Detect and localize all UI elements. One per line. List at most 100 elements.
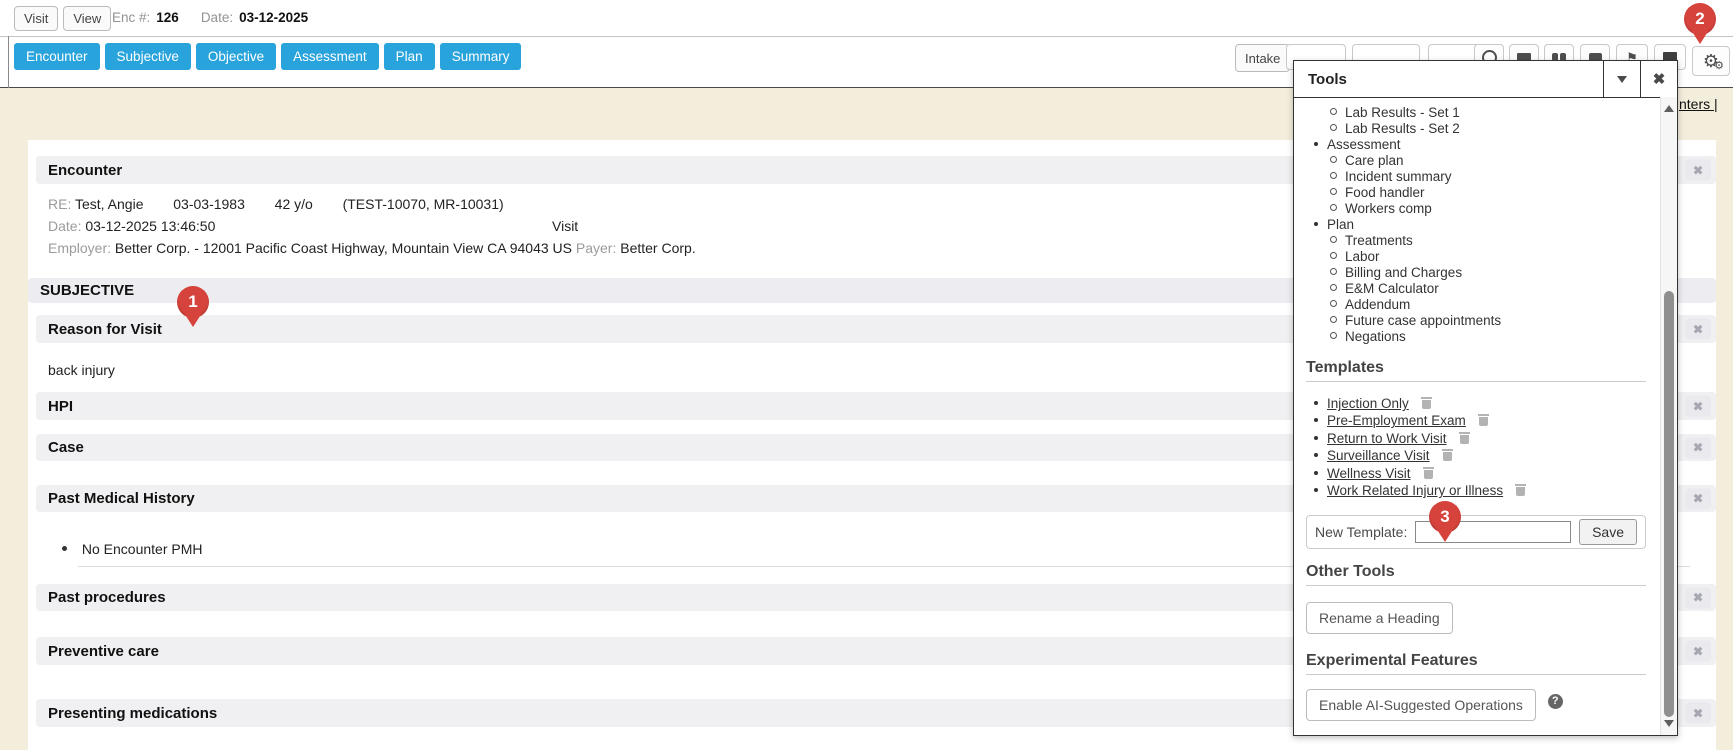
template-item: Work Related Injury or Illness [1306, 482, 1654, 499]
template-link[interactable]: Surveillance Visit [1327, 448, 1430, 463]
close-icon[interactable]: ✖ [1685, 437, 1711, 458]
enc-number-value: 126 [156, 10, 179, 25]
payer-label: Payer: [576, 240, 616, 256]
collapse-panel-button[interactable] [1603, 61, 1640, 97]
scrollbar-thumb[interactable] [1664, 291, 1674, 717]
trash-icon[interactable] [1423, 466, 1434, 479]
close-icon[interactable]: ✖ [1685, 587, 1711, 608]
templates-heading: Templates [1306, 359, 1654, 377]
help-icon[interactable]: ? [1548, 694, 1563, 709]
close-icon[interactable]: ✖ [1685, 160, 1711, 181]
template-link[interactable]: Pre-Employment Exam [1327, 413, 1466, 428]
template-link[interactable]: Injection Only [1327, 396, 1409, 411]
templates-list: Injection Only Pre-Employment Exam Return … [1306, 395, 1654, 499]
encounters-link[interactable]: nters | [1679, 96, 1718, 112]
tools-gear-button[interactable]: ⚙ ⚙ [1692, 46, 1730, 76]
employer-label: Employer: [48, 240, 111, 256]
template-link[interactable]: Return to Work Visit [1327, 431, 1447, 446]
template-link[interactable]: Work Related Injury or Illness [1327, 483, 1503, 498]
past-procedures-heading: Past procedures [36, 589, 166, 606]
panel-scrollbar[interactable] [1660, 97, 1677, 735]
template-item: Injection Only [1306, 395, 1654, 412]
outline-item[interactable]: Lab Results - Set 2 [1306, 121, 1654, 137]
close-panel-button[interactable]: ✖ [1640, 61, 1677, 97]
chevron-down-icon [1617, 76, 1627, 88]
hpi-heading: HPI [36, 398, 73, 415]
templates-divider [1306, 381, 1646, 382]
tools-panel-header[interactable]: Tools ✖ [1294, 61, 1677, 98]
case-heading: Case [36, 439, 84, 456]
patient-ids: (TEST-10070, MR-10031) [343, 196, 504, 212]
tools-panel: Tools ✖ Lab Results - Set 1Lab Results -… [1293, 60, 1678, 736]
view-button[interactable]: View [63, 6, 111, 31]
soap-tab[interactable]: Objective [196, 43, 276, 70]
re-label: RE: [48, 196, 71, 212]
rename-heading-button[interactable]: Rename a Heading [1306, 602, 1453, 634]
outline-item[interactable]: Lab Results - Set 1 [1306, 105, 1654, 121]
outline-item[interactable]: E&M Calculator [1306, 281, 1654, 297]
save-template-button[interactable]: Save [1579, 519, 1637, 545]
template-item: Surveillance Visit [1306, 447, 1654, 464]
soap-tab[interactable]: Plan [384, 43, 435, 70]
outline-item[interactable]: Workers comp [1306, 201, 1654, 217]
patient-age: 42 y/o [275, 196, 313, 212]
outline-item[interactable]: Billing and Charges [1306, 265, 1654, 281]
close-icon: ✖ [1653, 70, 1666, 88]
presenting-meds-heading: Presenting medications [36, 705, 217, 722]
tools-panel-body: Lab Results - Set 1Lab Results - Set 2As… [1294, 97, 1660, 735]
trash-icon[interactable] [1442, 448, 1453, 461]
close-icon[interactable]: ✖ [1685, 641, 1711, 662]
new-template-label: New Template: [1315, 524, 1407, 540]
visit-button[interactable]: Visit [14, 6, 58, 31]
pmh-heading: Past Medical History [36, 490, 195, 507]
outline-item[interactable]: Assessment [1306, 137, 1654, 153]
template-item: Pre-Employment Exam [1306, 412, 1654, 429]
soap-tab[interactable]: Assessment [281, 43, 379, 70]
outline-item[interactable]: Negations [1306, 329, 1654, 345]
outline-item[interactable]: Addendum [1306, 297, 1654, 313]
outline-item[interactable]: Treatments [1306, 233, 1654, 249]
pmh-item: No Encounter PMH [62, 541, 203, 557]
trash-icon[interactable] [1421, 396, 1432, 409]
outline-item[interactable]: Food handler [1306, 185, 1654, 201]
template-link[interactable]: Wellness Visit [1327, 466, 1411, 481]
employer-value: Better Corp. - 12001 Pacific Coast Highw… [115, 240, 572, 256]
reason-heading: Reason for Visit [36, 321, 162, 338]
section-outline-list: Lab Results - Set 1Lab Results - Set 2As… [1306, 105, 1654, 345]
soap-tab[interactable]: Summary [440, 43, 522, 70]
annotation-marker-3: 3 [1429, 501, 1461, 533]
enc-date-label: Date: [201, 10, 233, 25]
gear-small-icon: ⚙ [1714, 61, 1724, 72]
trash-icon[interactable] [1459, 431, 1470, 444]
other-tools-divider [1306, 585, 1646, 586]
left-divider [8, 36, 9, 88]
outline-item[interactable]: Labor [1306, 249, 1654, 265]
date-line: Date: 03-12-2025 13:46:50 [48, 218, 215, 234]
outline-item[interactable]: Care plan [1306, 153, 1654, 169]
annotation-marker-2: 2 [1684, 3, 1716, 35]
scroll-up-arrow-icon[interactable] [1661, 99, 1677, 116]
enable-ai-button[interactable]: Enable AI-Suggested Operations [1306, 689, 1536, 721]
close-icon[interactable]: ✖ [1685, 703, 1711, 724]
trash-icon[interactable] [1515, 483, 1526, 496]
tools-panel-title: Tools [1294, 71, 1603, 88]
intake-button[interactable]: Intake [1235, 44, 1290, 72]
annotation-marker-1: 1 [177, 286, 209, 318]
soap-tab[interactable]: Subjective [105, 43, 191, 70]
soap-tab[interactable]: Encounter [14, 43, 100, 70]
subjective-heading: SUBJECTIVE [28, 282, 134, 299]
close-icon[interactable]: ✖ [1685, 396, 1711, 417]
scroll-down-arrow-icon[interactable] [1661, 716, 1677, 733]
date-label: Date: [48, 218, 81, 234]
other-tools-heading: Other Tools [1306, 563, 1654, 581]
patient-line: RE: Test, Angie 03-03-1983 42 y/o (TEST-… [48, 196, 504, 212]
outline-item[interactable]: Incident summary [1306, 169, 1654, 185]
outline-item[interactable]: Plan [1306, 217, 1654, 233]
outline-item[interactable]: Future case appointments [1306, 313, 1654, 329]
trash-icon[interactable] [1478, 413, 1489, 426]
reason-value: back injury [48, 362, 115, 378]
close-icon[interactable]: ✖ [1685, 488, 1711, 509]
close-icon[interactable]: ✖ [1685, 319, 1711, 340]
payer-value: Better Corp. [620, 240, 695, 256]
visit-type: Visit [552, 218, 578, 234]
